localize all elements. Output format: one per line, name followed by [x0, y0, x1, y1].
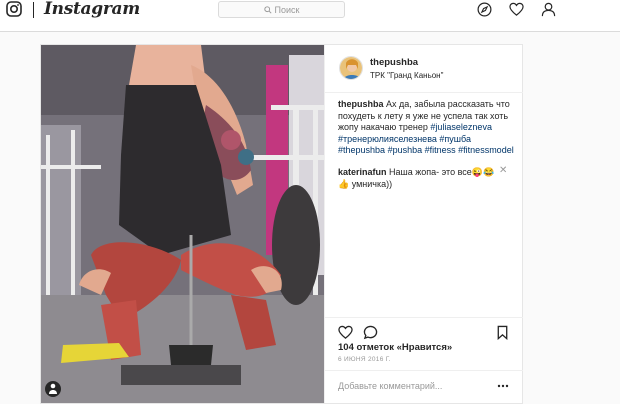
- logo-divider: [33, 2, 34, 18]
- hashtag[interactable]: #juliaselezneva: [430, 122, 492, 132]
- instagram-camera-icon[interactable]: [6, 1, 22, 17]
- ellipsis-icon[interactable]: [497, 383, 509, 389]
- gym-photo-illustration: [41, 45, 324, 403]
- post-location[interactable]: ТРК "Гранд Каньон": [370, 71, 443, 80]
- compass-icon[interactable]: [477, 2, 492, 17]
- post-header: thepushba ТРК "Гранд Каньон": [325, 45, 523, 93]
- hashtag[interactable]: #fitness: [425, 145, 456, 155]
- person-icon[interactable]: [541, 2, 556, 17]
- post-photo[interactable]: [41, 45, 324, 403]
- post-caption: thepushba Ах да, забыла рассказать что п…: [338, 99, 516, 157]
- add-comment-input[interactable]: Добавьте комментарий...: [325, 370, 523, 404]
- post-username[interactable]: thepushba: [370, 57, 418, 68]
- heart-icon[interactable]: [509, 2, 524, 17]
- add-comment-placeholder: Добавьте комментарий...: [338, 381, 443, 391]
- speech-bubble-icon[interactable]: [363, 325, 378, 340]
- hashtag[interactable]: #тренерюлияселезнева: [338, 134, 437, 144]
- search-placeholder: Поиск: [274, 4, 300, 15]
- search-icon: [263, 5, 272, 14]
- comment-item: katerinafun Наша жопа- это все😜😂👍 умничк…: [338, 167, 504, 190]
- post-card: thepushba ТРК "Гранд Каньон" thepushba А…: [40, 44, 523, 404]
- caption-username[interactable]: thepushba: [338, 99, 384, 109]
- top-navigation-bar: Instagram Поиск: [0, 0, 620, 32]
- post-side-panel: thepushba ТРК "Гранд Каньон" thepushba А…: [324, 45, 523, 403]
- hashtag[interactable]: #pushba: [388, 145, 423, 155]
- heart-outline-icon[interactable]: [338, 325, 353, 340]
- comment-username[interactable]: katerinafun: [338, 167, 387, 177]
- hashtag[interactable]: #thepushba: [338, 145, 385, 155]
- hashtag[interactable]: #пушба: [439, 134, 471, 144]
- avatar[interactable]: [339, 56, 363, 80]
- instagram-wordmark[interactable]: Instagram: [44, 0, 140, 19]
- likes-count[interactable]: 104 отметок «Нравится»: [338, 342, 452, 353]
- hashtag[interactable]: #fitnessmodel: [458, 145, 514, 155]
- close-icon[interactable]: ✕: [499, 165, 507, 176]
- post-date: 6 ИЮНЯ 2016 Г.: [338, 356, 391, 363]
- post-actions: 104 отметок «Нравится» 6 ИЮНЯ 2016 Г. До…: [325, 317, 523, 403]
- search-input[interactable]: Поиск: [218, 1, 345, 18]
- user-tag-icon[interactable]: [50, 383, 56, 389]
- avatar-image: [340, 57, 362, 79]
- bookmark-icon[interactable]: [495, 325, 510, 340]
